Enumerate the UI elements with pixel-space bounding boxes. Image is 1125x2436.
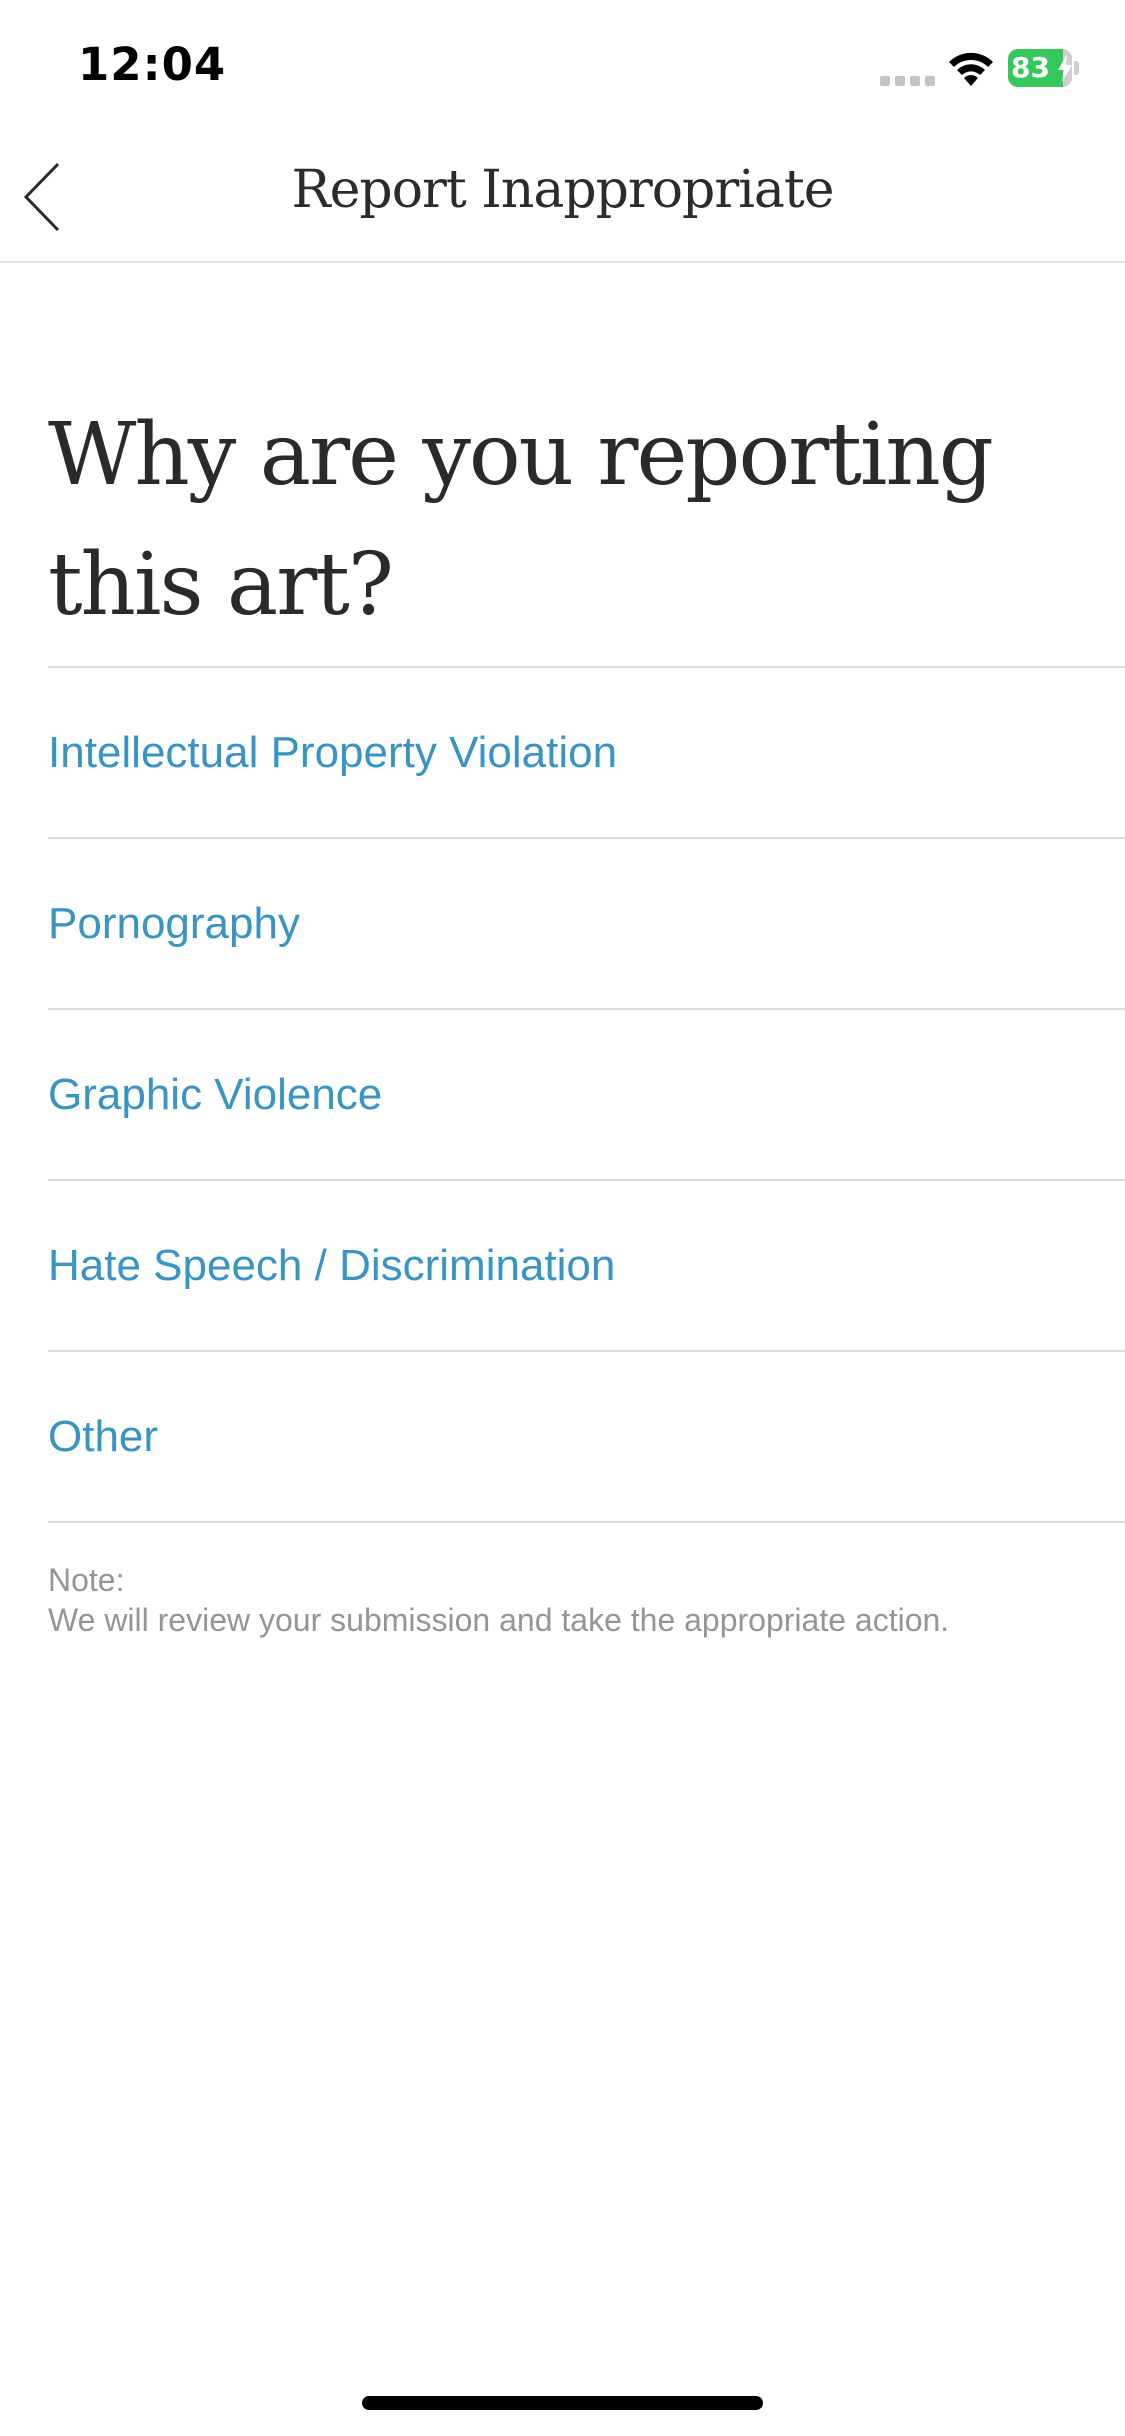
battery-icon: 83 — [1008, 49, 1079, 87]
reason-graphic-violence[interactable]: Graphic Violence — [48, 1010, 1125, 1181]
navigation-bar: Report Inappropriate — [0, 132, 1125, 263]
reason-label: Other — [48, 1411, 159, 1461]
reason-pornography[interactable]: Pornography — [48, 839, 1125, 1010]
reason-label: Pornography — [48, 898, 300, 948]
report-reasons-list: Intellectual Property Violation Pornogra… — [48, 666, 1125, 1523]
note-title: Note: — [48, 1562, 125, 1598]
status-time: 12:04 — [78, 38, 227, 91]
status-bar: 12:04 83 — [0, 0, 1125, 132]
reason-other[interactable]: Other — [48, 1352, 1125, 1523]
nav-title: Report Inappropriate — [291, 160, 834, 220]
reason-label: Intellectual Property Violation — [48, 727, 618, 777]
cellular-signal-icon — [880, 74, 936, 86]
note-text: We will review your submission and take … — [48, 1602, 950, 1638]
page-heading: Why are you reporting this art? — [48, 405, 994, 635]
charging-bolt-icon — [1058, 54, 1072, 82]
battery-level: 83 — [1011, 51, 1050, 84]
review-note: Note: We will review your submission and… — [48, 1560, 1108, 1640]
home-indicator[interactable] — [362, 2396, 763, 2410]
reason-label: Graphic Violence — [48, 1069, 383, 1119]
reason-label: Hate Speech / Discrimination — [48, 1240, 616, 1290]
reason-hate-speech[interactable]: Hate Speech / Discrimination — [48, 1181, 1125, 1352]
wifi-icon — [949, 52, 993, 86]
reason-intellectual-property[interactable]: Intellectual Property Violation — [48, 668, 1125, 839]
